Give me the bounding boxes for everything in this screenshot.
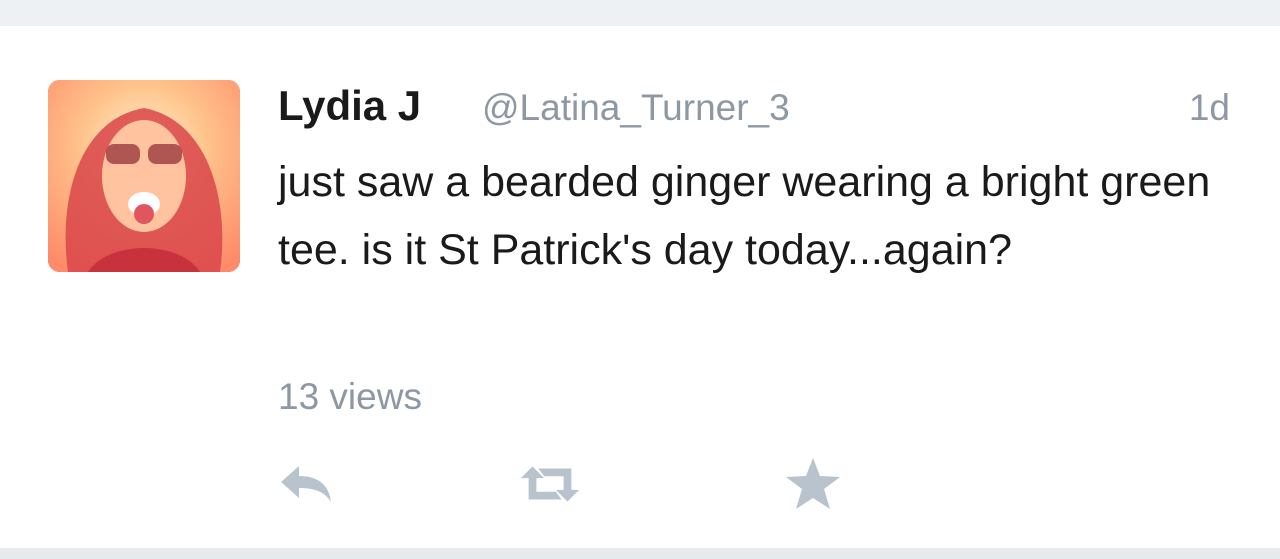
retweet-button[interactable] <box>515 454 585 514</box>
reply-icon <box>281 466 331 502</box>
reply-button[interactable] <box>270 454 340 514</box>
top-separator <box>0 0 1280 26</box>
author-handle[interactable]: @Latina_Turner_3 <box>482 87 790 129</box>
star-icon <box>786 458 840 509</box>
tweet-header: Lydia J @Latina_Turner_3 1d <box>278 78 1238 134</box>
avatar-photo <box>48 80 240 272</box>
tweet-actions <box>270 454 870 514</box>
bottom-separator <box>0 548 1280 559</box>
favorite-button[interactable] <box>778 454 848 514</box>
view-count: 13 views <box>278 376 422 417</box>
tweet-text: just saw a bearded ginger wearing a brig… <box>278 158 1211 274</box>
tweet-card[interactable]: Lydia J @Latina_Turner_3 1d just saw a b… <box>0 26 1280 548</box>
avatar[interactable] <box>48 80 240 272</box>
tweet-timestamp[interactable]: 1d <box>1189 87 1230 129</box>
retweet-icon <box>520 466 580 502</box>
author-name[interactable]: Lydia J <box>278 82 421 130</box>
